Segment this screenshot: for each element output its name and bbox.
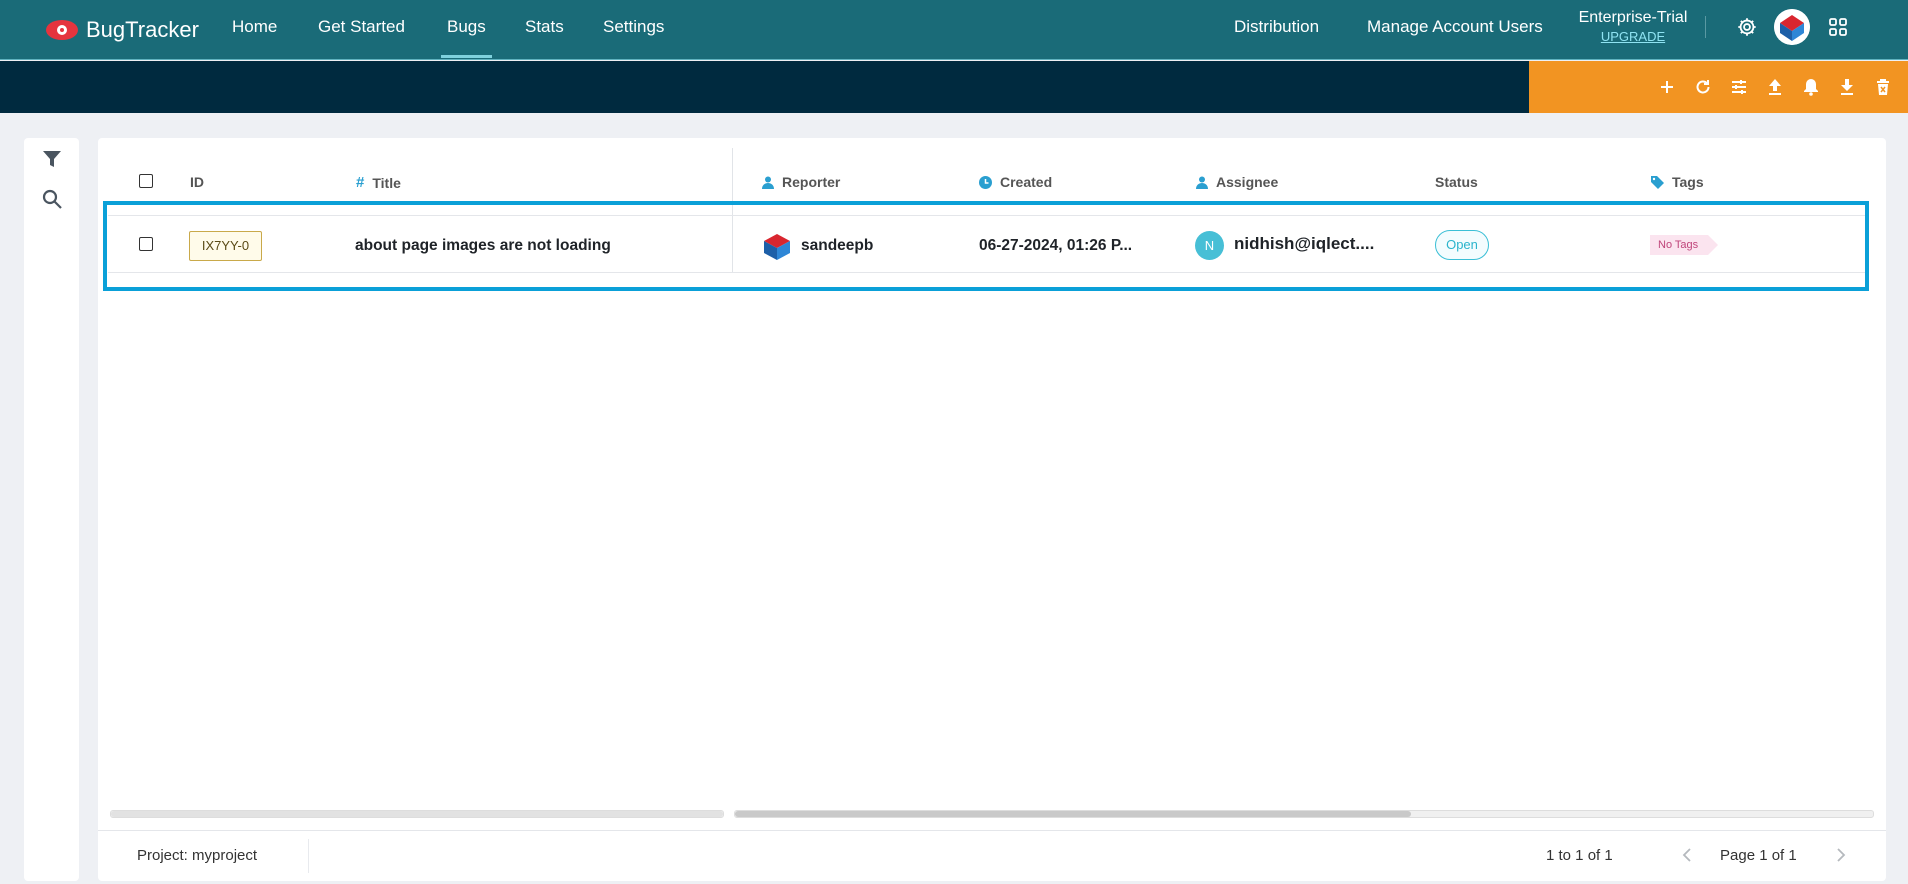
nav-settings[interactable]: Settings	[603, 0, 664, 60]
page-indicator: Page 1 of 1	[1720, 847, 1797, 864]
nav-divider	[1705, 16, 1706, 38]
top-navbar: BugTracker Home Get Started Bugs Stats S…	[0, 0, 1908, 60]
assignee-name[interactable]: nidhish@iqlect....	[1234, 234, 1374, 254]
left-tool-panel	[24, 138, 79, 881]
clock-icon	[979, 175, 992, 189]
chevron-right-icon[interactable]	[1830, 843, 1852, 867]
app-name: BugTracker	[86, 17, 199, 42]
reporter-name: sandeepb	[801, 237, 874, 254]
row-count: 1 to 1 of 1	[1546, 847, 1613, 864]
nav-home[interactable]: Home	[232, 0, 277, 60]
action-toolbar	[1529, 61, 1908, 113]
bugtracker-logo-icon	[46, 20, 78, 40]
scrollbar-thumb[interactable]	[111, 811, 723, 817]
scrollbar-thumb[interactable]	[735, 811, 1411, 817]
refresh-icon[interactable]	[1692, 76, 1714, 98]
bug-id-badge[interactable]: IX7YY-0	[189, 231, 262, 261]
horizontal-scrollbar-left[interactable]	[110, 810, 724, 818]
bug-list-panel: ID # Title Reporter Created Assignee Sta…	[98, 138, 1886, 881]
plan-info: Enterprise-Trial UPGRADE	[1577, 9, 1689, 44]
row-divider	[108, 215, 1868, 216]
column-header-title[interactable]: # Title	[356, 174, 401, 191]
column-label: ID	[190, 174, 204, 190]
column-header-id[interactable]: ID	[190, 174, 204, 190]
upload-icon[interactable]	[1764, 76, 1786, 98]
reporter-avatar	[762, 233, 792, 261]
nav-manage-account-users[interactable]: Manage Account Users	[1367, 0, 1543, 60]
gear-icon[interactable]	[1734, 14, 1760, 40]
column-label: Reporter	[782, 174, 841, 190]
column-label: Created	[1000, 174, 1053, 190]
assignee-avatar: N	[1195, 231, 1224, 260]
search-icon[interactable]	[39, 186, 65, 212]
plan-name: Enterprise-Trial	[1578, 9, 1688, 26]
project-label: Project: myproject	[137, 847, 258, 864]
apps-grid-icon[interactable]	[1825, 14, 1851, 40]
nav-distribution[interactable]: Distribution	[1234, 0, 1319, 60]
select-all-checkbox[interactable]	[139, 174, 153, 188]
bell-icon[interactable]	[1800, 76, 1822, 98]
sliders-icon[interactable]	[1728, 76, 1750, 98]
tag-icon	[1651, 175, 1664, 189]
nav-bugs[interactable]: Bugs	[441, 0, 492, 60]
column-header-tags[interactable]: Tags	[1651, 174, 1704, 190]
row-divider	[108, 272, 1868, 273]
brand[interactable]: BugTracker	[46, 0, 199, 60]
horizontal-scrollbar-right[interactable]	[734, 810, 1874, 818]
upgrade-link[interactable]: UPGRADE	[1577, 29, 1689, 44]
created-date: 06-27-2024, 01:26 P...	[979, 237, 1133, 254]
column-header-status[interactable]: Status	[1435, 174, 1478, 190]
column-label: Title	[372, 174, 401, 191]
column-label: Status	[1435, 174, 1478, 190]
column-header-assignee[interactable]: Assignee	[1196, 174, 1278, 190]
status-badge[interactable]: Open	[1435, 230, 1489, 260]
person-icon	[1196, 176, 1208, 189]
nav-stats[interactable]: Stats	[525, 0, 564, 60]
column-header-reporter[interactable]: Reporter	[762, 174, 840, 190]
table-footer: Project: myproject 1 to 1 of 1 Page 1 of…	[98, 830, 1886, 881]
column-header-created[interactable]: Created	[979, 174, 1052, 190]
row-checkbox[interactable]	[139, 237, 153, 251]
tags-badge[interactable]: No Tags	[1650, 235, 1719, 255]
chevron-left-icon[interactable]	[1676, 843, 1698, 867]
bug-title[interactable]: about page images are not loading	[355, 237, 611, 255]
nav-get-started[interactable]: Get Started	[318, 0, 405, 60]
user-avatar[interactable]	[1774, 9, 1810, 45]
column-label: Assignee	[1216, 174, 1279, 190]
download-icon[interactable]	[1836, 76, 1858, 98]
filter-icon[interactable]	[39, 146, 65, 172]
column-label: Tags	[1672, 174, 1704, 190]
trash-icon[interactable]	[1872, 76, 1894, 98]
footer-divider	[308, 839, 309, 873]
hash-icon: #	[356, 174, 365, 191]
person-icon	[762, 176, 774, 189]
plus-icon[interactable]	[1656, 76, 1678, 98]
column-divider	[732, 148, 733, 272]
